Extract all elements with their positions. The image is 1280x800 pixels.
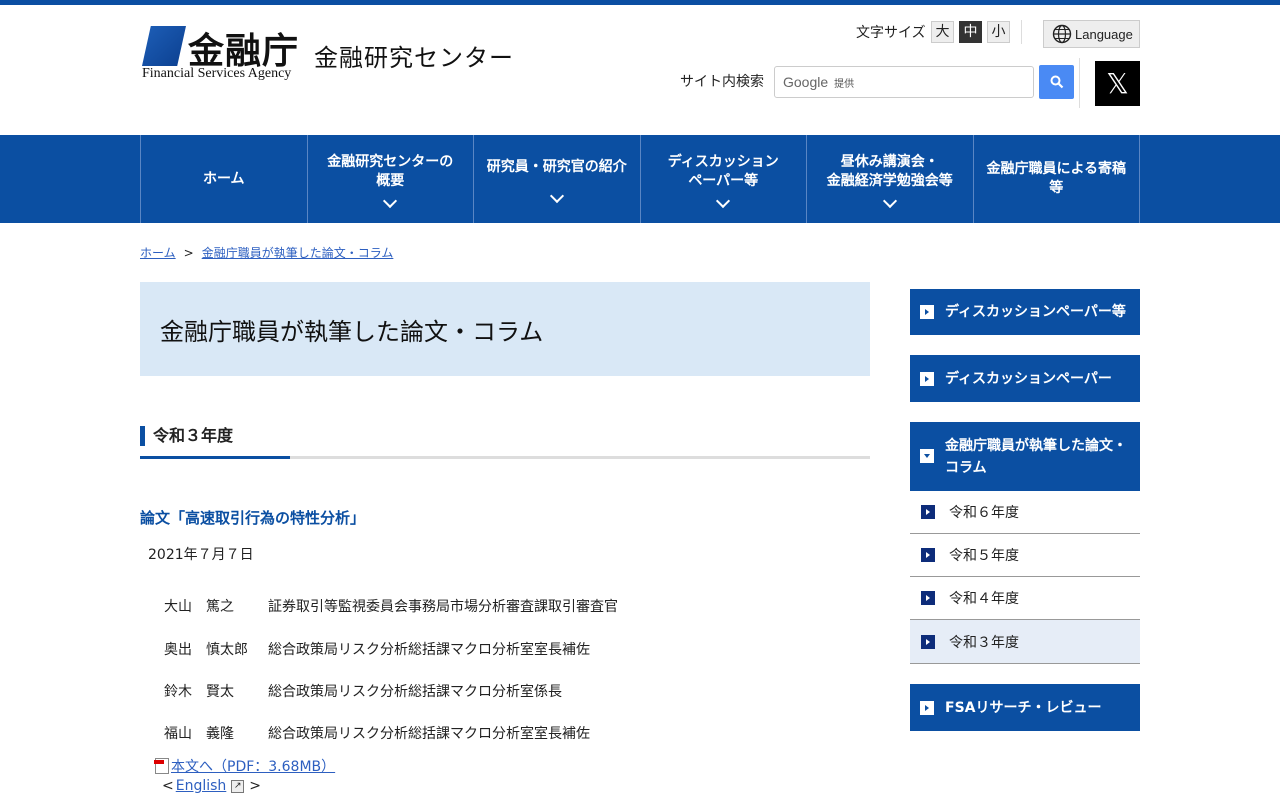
article-title: 論文「高速取引行為の特性分析」 [140, 509, 366, 527]
sidebar-sub-r6[interactable]: 令和６年度 [910, 491, 1140, 534]
search-placeholder: Google [783, 74, 829, 90]
nav-label: 金融経済学勉強会等 [826, 172, 953, 189]
author-row: 大山 篤之 証券取引等監視委員会事務局市場分析審査課取引審査官 [164, 596, 618, 616]
author-row: 奥出 慎太郎 総合政策局リスク分析総括課マクロ分析室室長補佐 [164, 639, 590, 659]
nav-label: ディスカッション [667, 153, 779, 170]
arrow-right-icon [920, 700, 934, 715]
nav-label: ペーパー等 [688, 172, 759, 189]
sidebar-fsa-research-review[interactable]: FSAリサーチ・レビュー [910, 684, 1140, 731]
author-role: 総合政策局リスク分析総括課マクロ分析室室長補佐 [268, 642, 590, 658]
arrow-right-icon [921, 634, 935, 649]
sidebar-sub-label: 令和６年度 [949, 505, 1019, 521]
logo-english: Financial Services Agency [142, 66, 292, 81]
author-row: 福山 義隆 総合政策局リスク分析総括課マクロ分析室室長補佐 [164, 723, 590, 743]
author-name: 奥出 慎太郎 [164, 642, 248, 658]
sidebar-sub-r3[interactable]: 令和３年度 [910, 620, 1140, 664]
nav-about[interactable]: 金融研究センターの 概要 [308, 135, 474, 223]
fsa-logo[interactable]: 金融庁 Financial Services Agency [142, 26, 312, 82]
arrow-down-icon [920, 449, 934, 463]
author-name: 大山 篤之 [164, 599, 234, 615]
nav-label: 等 [1049, 180, 1064, 196]
breadcrumb-current[interactable]: 金融庁職員が執筆した論文・コラム [202, 246, 394, 260]
language-button[interactable]: Language [1043, 20, 1140, 48]
sidebar-sub-r4[interactable]: 令和４年度 [910, 577, 1140, 620]
top-accent-bar [0, 0, 1280, 5]
arrow-right-icon [921, 591, 935, 605]
divider [1079, 58, 1080, 108]
bracket: < [162, 778, 174, 794]
sidebar-discussion-papers[interactable]: ディスカッションペーパー [910, 355, 1140, 402]
breadcrumb-separator: > [183, 246, 194, 260]
sidebar-label: ディスカッションペーパー [945, 370, 1112, 387]
author-row: 鈴木 賢太 総合政策局リスク分析総括課マクロ分析室係長 [164, 681, 562, 701]
nav-lectures[interactable]: 昼休み講演会・ 金融経済学勉強会等 [807, 135, 974, 223]
author-role: 証券取引等監視委員会事務局市場分析審査課取引審査官 [268, 599, 618, 615]
pdf-link[interactable]: 本文へ（PDF：3.68MB） [171, 756, 335, 776]
globe-icon [1052, 24, 1072, 44]
search-input[interactable]: Google 提供 [774, 66, 1034, 98]
author-role: 総合政策局リスク分析総括課マクロ分析室係長 [268, 684, 562, 700]
arrow-right-icon [921, 505, 935, 519]
nav-discussion-papers[interactable]: ディスカッション ペーパー等 [641, 135, 807, 223]
chevron-down-icon [383, 193, 398, 208]
bracket: > [249, 778, 262, 794]
divider [1021, 20, 1022, 44]
sidebar-label: 金融庁職員が執筆した論文・ [945, 437, 1127, 454]
section-heading: 令和３年度 [140, 426, 233, 446]
page-title: 金融庁職員が執筆した論文・コラム [140, 282, 870, 376]
sidebar-label: コラム [945, 459, 987, 476]
nav-label: 昼休み講演会・ [840, 153, 939, 170]
nav-researchers[interactable]: 研究員・研究官の紹介 [474, 135, 641, 223]
site-name[interactable]: 金融研究センター [314, 38, 514, 73]
chevron-down-icon [882, 193, 897, 208]
sidebar-label: ディスカッションペーパー等 [945, 304, 1126, 320]
sidebar-discussion-papers-etc[interactable]: ディスカッションペーパー等 [910, 289, 1140, 335]
nav-label: 金融研究センターの [327, 153, 454, 170]
sidebar-sub-label: 令和３年度 [949, 634, 1019, 651]
sidebar-staff-papers[interactable]: 金融庁職員が執筆した論文・ コラム [910, 422, 1140, 491]
pdf-icon [154, 758, 169, 774]
pdf-link-row: 本文へ（PDF：3.68MB） [154, 756, 335, 776]
nav-label: 研究員・研究官の紹介 [486, 158, 627, 175]
breadcrumb-home[interactable]: ホーム [140, 246, 176, 260]
sidebar-label: FSAリサーチ・レビュー [945, 699, 1102, 716]
author-name: 鈴木 賢太 [164, 684, 234, 700]
author-role: 総合政策局リスク分析総括課マクロ分析室室長補佐 [268, 726, 590, 742]
font-size-medium-button[interactable]: 中 [959, 21, 982, 43]
sidebar-sub-r5[interactable]: 令和５年度 [910, 534, 1140, 577]
author-name: 福山 義隆 [164, 726, 234, 742]
language-label: Language [1075, 26, 1133, 42]
search-label: サイト内検索 [680, 74, 764, 90]
nav-label: 概要 [376, 172, 405, 189]
arrow-right-icon [920, 371, 934, 386]
font-size-label: 文字サイズ [856, 25, 926, 41]
chevron-down-icon [549, 188, 564, 203]
article-date: 2021年７月７日 [148, 547, 254, 563]
arrow-right-icon [921, 548, 935, 562]
external-link-icon: ↗ [231, 779, 245, 793]
font-size-small-button[interactable]: 小 [987, 21, 1010, 43]
nav-label: 金融庁職員による寄稿 [986, 161, 1127, 177]
search-button[interactable] [1039, 65, 1074, 99]
sidebar-sub-label: 令和５年度 [949, 548, 1019, 564]
search-provided: 提供 [834, 78, 855, 90]
arrow-right-icon [920, 305, 934, 319]
breadcrumb: ホーム > 金融庁職員が執筆した論文・コラム [140, 244, 393, 261]
nav-label: ホーム [202, 170, 245, 187]
nav-contributions[interactable]: 金融庁職員による寄稿等 [974, 135, 1140, 223]
chevron-down-icon [716, 193, 731, 208]
section-underline [140, 456, 870, 459]
font-size-large-button[interactable]: 大 [931, 21, 954, 43]
english-link-row: < English ↗ > [162, 778, 261, 794]
nav-home[interactable]: ホーム [141, 135, 308, 223]
english-link[interactable]: English [176, 778, 227, 794]
sidebar-sub-label: 令和４年度 [949, 591, 1019, 607]
global-nav: ホーム 金融研究センターの 概要 研究員・研究官の紹介 ディスカッション ペーパー等… [0, 135, 1280, 223]
search-icon [1050, 75, 1063, 89]
x-icon[interactable]: 𝕏 [1095, 61, 1140, 106]
logo-mark-icon [142, 26, 186, 66]
